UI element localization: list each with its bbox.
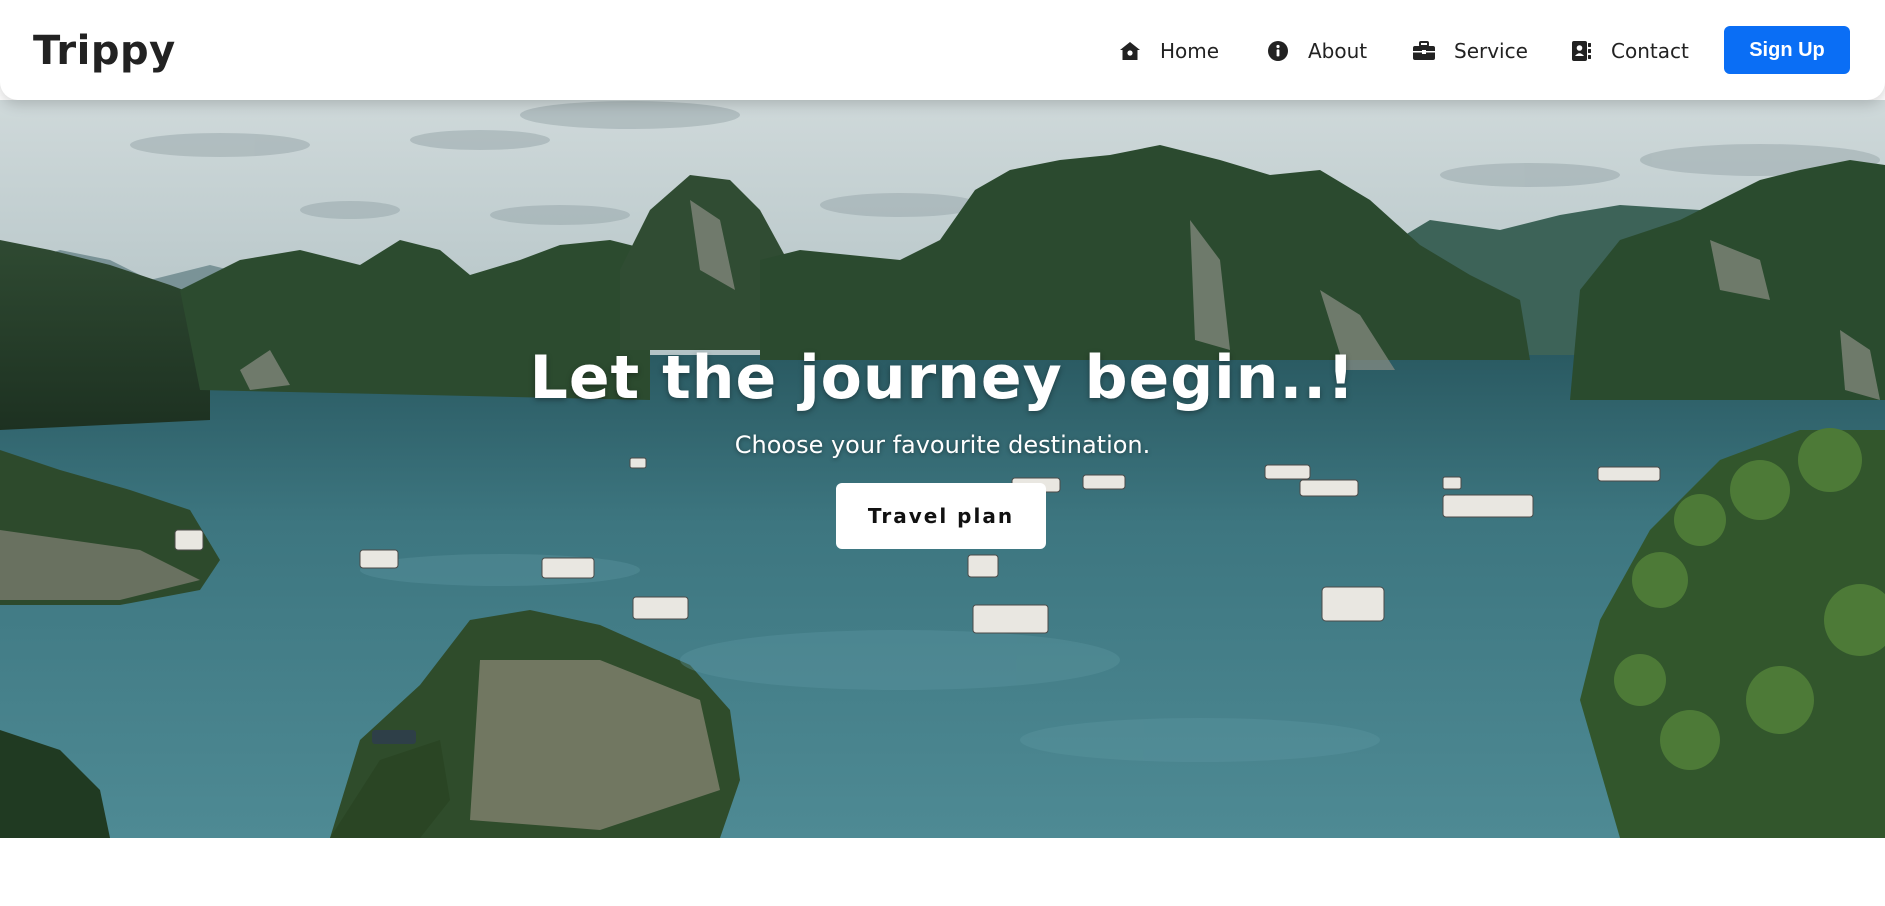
nav-item-contact[interactable]: Contact — [1569, 36, 1689, 66]
hero-title: Let the journey begin..! — [529, 343, 1356, 413]
travel-plan-button[interactable]: Travel plan — [836, 483, 1046, 549]
hero-background-image — [0, 100, 1885, 838]
info-icon — [1266, 39, 1290, 63]
signup-button[interactable]: Sign Up — [1724, 26, 1850, 74]
nav-label-home: Home — [1160, 39, 1220, 63]
home-icon — [1118, 39, 1142, 63]
nav-label-service: Service — [1454, 39, 1528, 63]
contact-book-icon — [1569, 39, 1593, 63]
nav-label-about: About — [1308, 39, 1368, 63]
nav-item-about[interactable]: About — [1266, 36, 1367, 66]
hero-section: Let the journey begin..! Choose your fav… — [0, 100, 1885, 838]
briefcase-icon — [1412, 39, 1436, 63]
navbar: Trippy Home About Service Contact Sign U… — [0, 0, 1885, 100]
hero-subtitle: Choose your favourite destination. — [734, 431, 1151, 459]
nav-label-contact: Contact — [1611, 39, 1689, 63]
nav-item-service[interactable]: Service — [1412, 36, 1528, 66]
brand-logo[interactable]: Trippy — [33, 28, 176, 74]
nav-item-home[interactable]: Home — [1118, 36, 1219, 66]
